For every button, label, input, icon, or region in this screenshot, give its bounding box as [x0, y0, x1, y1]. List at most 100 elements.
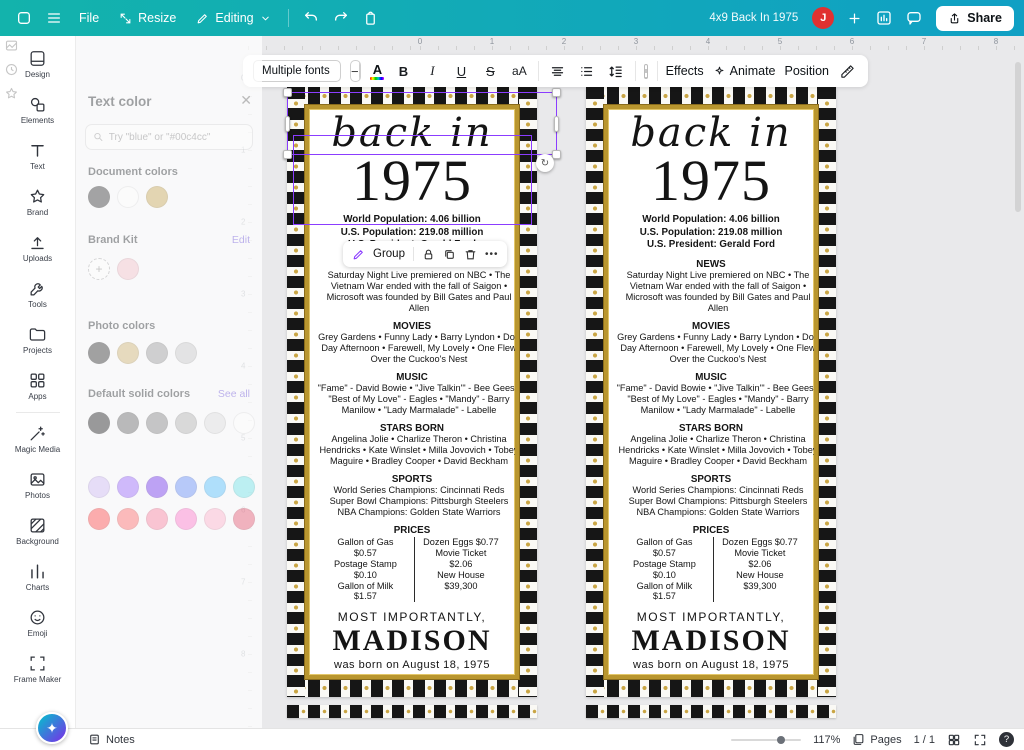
bold-button[interactable]: B — [393, 59, 413, 83]
text-case-button[interactable]: aA — [509, 59, 529, 83]
color-swatch[interactable] — [175, 476, 197, 498]
selection-handle-tr[interactable] — [552, 88, 561, 97]
poster-name[interactable]: MADISON — [631, 626, 790, 656]
selection-handle-right[interactable] — [554, 116, 559, 132]
font-size-value[interactable]: -- — [359, 61, 362, 81]
poster-section-stars[interactable]: STARS BORN Angelina Jolie • Charlize The… — [616, 423, 806, 467]
comments-icon[interactable] — [900, 5, 928, 31]
clipboard-icon[interactable] — [357, 5, 385, 31]
edit-pen-icon[interactable] — [352, 248, 365, 261]
position-button[interactable]: Position — [785, 64, 829, 78]
color-swatch[interactable] — [88, 342, 110, 364]
color-search-input[interactable] — [109, 132, 245, 143]
poster-back-in-text[interactable]: back in — [630, 113, 791, 153]
poster-section-prices[interactable]: PRICES Gallon of Gas $0.57 Postage Stamp… — [616, 525, 806, 602]
undo-button[interactable] — [297, 5, 325, 31]
poster-section-prices[interactable]: PRICES Gallon of Gas $0.57 Postage Stamp… — [317, 525, 507, 602]
partial-element-strip[interactable] — [287, 705, 537, 718]
sidebar-item-tools[interactable]: Tools — [3, 271, 73, 317]
add-member-icon[interactable] — [840, 5, 868, 31]
spacing-button[interactable] — [606, 59, 626, 83]
color-swatch[interactable] — [117, 186, 139, 208]
color-swatch[interactable] — [175, 412, 197, 434]
italic-button[interactable]: I — [422, 59, 442, 83]
editing-mode-button[interactable]: Editing — [187, 5, 279, 31]
design-page-1[interactable]: back in 1975 World Population: 4.06 bill… — [287, 87, 537, 697]
color-swatch[interactable] — [146, 476, 168, 498]
color-swatch[interactable] — [233, 508, 255, 530]
transparency-button[interactable] — [644, 64, 648, 79]
sidebar-item-apps[interactable]: Apps — [3, 363, 73, 409]
design-page-2[interactable]: back in 1975 World Population: 4.06 bill… — [586, 87, 836, 697]
poster-section-sports[interactable]: SPORTS World Series Champions: Cincinnat… — [616, 474, 806, 518]
font-size-decrease-button[interactable]: − — [351, 64, 359, 79]
avatar[interactable]: J — [812, 7, 834, 29]
text-color-button[interactable]: A — [370, 63, 384, 80]
sidebar-item-magic-media[interactable]: Magic Media — [3, 416, 73, 462]
underline-button[interactable]: U — [451, 59, 471, 83]
partial-element-strip[interactable] — [586, 705, 836, 718]
color-swatch[interactable] — [117, 342, 139, 364]
list-button[interactable] — [577, 59, 597, 83]
poster-most-importantly[interactable]: MOST IMPORTANTLY, — [338, 610, 486, 624]
insights-chart-icon[interactable] — [870, 5, 898, 31]
assistant-button[interactable]: ✦ — [36, 712, 68, 744]
poster-back-in-text[interactable]: back in — [331, 113, 492, 153]
notes-button[interactable]: Notes — [88, 733, 135, 746]
color-swatch[interactable] — [233, 476, 255, 498]
color-swatch[interactable] — [117, 476, 139, 498]
effects-button[interactable]: Effects — [666, 64, 704, 78]
color-swatch[interactable] — [233, 412, 255, 434]
color-swatch[interactable] — [204, 508, 226, 530]
color-swatch[interactable] — [117, 258, 139, 280]
grid-view-button[interactable] — [947, 733, 961, 747]
color-swatch[interactable] — [88, 186, 110, 208]
add-color-button[interactable]: + — [88, 258, 110, 280]
sidebar-item-emoji[interactable]: Emoji — [3, 600, 73, 646]
color-swatch[interactable] — [204, 476, 226, 498]
poster-section-movies[interactable]: MOVIES Grey Gardens • Funny Lady • Barry… — [616, 321, 806, 365]
resize-button[interactable]: Resize — [110, 5, 185, 31]
color-swatch[interactable] — [88, 508, 110, 530]
poster-section-news[interactable]: NEWS Saturday Night Live premiered on NB… — [616, 259, 806, 314]
document-title[interactable]: 4x9 Back In 1975 — [709, 12, 810, 24]
more-options-button[interactable]: ••• — [485, 249, 499, 260]
brand-kit-edit-link[interactable]: Edit — [232, 234, 250, 246]
delete-icon[interactable] — [464, 248, 477, 261]
color-swatch[interactable] — [146, 508, 168, 530]
canvas-scrollbar[interactable] — [1015, 62, 1021, 212]
color-swatch[interactable] — [88, 476, 110, 498]
pages-button[interactable]: Pages — [852, 733, 901, 746]
sidebar-item-charts[interactable]: Charts — [3, 554, 73, 600]
share-button[interactable]: Share — [936, 6, 1014, 31]
poster-year-text[interactable]: 1975 — [352, 153, 472, 208]
poster-section-stars[interactable]: STARS BORN Angelina Jolie • Charlize The… — [317, 423, 507, 467]
file-menu-button[interactable]: File — [70, 5, 108, 31]
color-swatch[interactable] — [175, 342, 197, 364]
sidebar-item-projects[interactable]: Projects — [3, 317, 73, 363]
sidebar-item-frame-maker[interactable]: Frame Maker — [3, 646, 73, 692]
poster-most-importantly[interactable]: MOST IMPORTANTLY, — [637, 610, 785, 624]
hamburger-menu-icon[interactable] — [40, 5, 68, 31]
close-icon[interactable]: ✕ — [240, 92, 252, 109]
group-button[interactable]: Group — [373, 248, 405, 260]
selection-handle-br[interactable] — [552, 150, 561, 159]
duplicate-icon[interactable] — [443, 248, 456, 261]
poster-section-movies[interactable]: MOVIES Grey Gardens • Funny Lady • Barry… — [317, 321, 507, 365]
color-search-box[interactable] — [85, 124, 253, 150]
ruler-pen-icon[interactable] — [838, 59, 858, 83]
zoom-level[interactable]: 117% — [813, 734, 840, 746]
color-swatch[interactable] — [117, 508, 139, 530]
lock-icon[interactable] — [422, 248, 435, 261]
zoom-slider[interactable] — [731, 739, 801, 741]
color-swatch[interactable] — [146, 412, 168, 434]
home-icon[interactable] — [10, 5, 38, 31]
sidebar-item-uploads[interactable]: Uploads — [3, 225, 73, 271]
sidebar-item-background[interactable]: Background — [3, 508, 73, 554]
poster-year-text[interactable]: 1975 — [651, 153, 771, 208]
color-swatch[interactable] — [146, 342, 168, 364]
see-all-link[interactable]: See all — [218, 388, 250, 400]
help-button[interactable]: ? — [999, 732, 1014, 747]
poster-section-sports[interactable]: SPORTS World Series Champions: Cincinnat… — [317, 474, 507, 518]
sidebar-item-brand[interactable]: Brand — [3, 179, 73, 225]
